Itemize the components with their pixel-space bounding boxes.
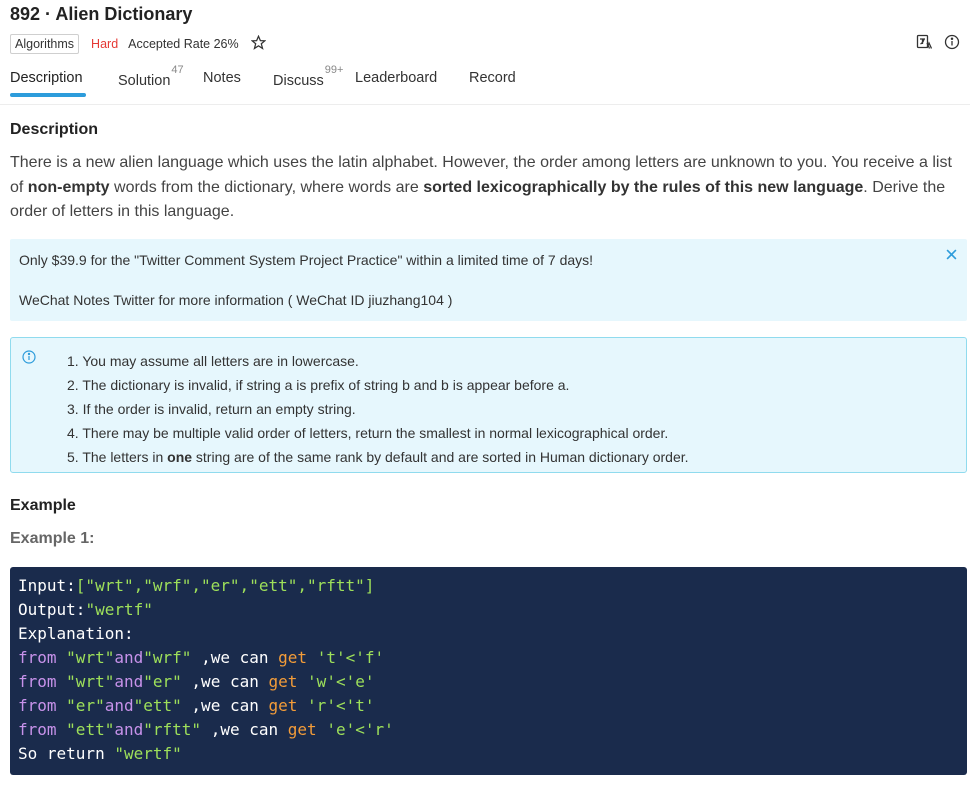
code-explanation-line: Explanation:	[18, 624, 134, 643]
tab-solution[interactable]: Solution47	[118, 64, 184, 89]
tab-discuss[interactable]: Discuss99+	[273, 64, 343, 89]
difficulty-badge: Hard	[91, 37, 119, 51]
example-heading: Example	[10, 497, 76, 514]
notes-box: 1. You may assume all letters are in low…	[10, 337, 967, 473]
code-explanation-row: from "er"and"ett" ,we can get 'r'<'t'	[18, 696, 375, 715]
problem-title: 892 · Alien Dictionary	[10, 4, 193, 24]
list-item: 3. If the order is invalid, return an em…	[67, 401, 356, 417]
tab-record[interactable]: Record	[469, 70, 516, 86]
list-item: 5. The letters in one string are of the …	[67, 449, 689, 465]
accepted-rate: Accepted Rate 26%	[128, 37, 239, 51]
example-subheading: Example 1:	[10, 530, 95, 547]
info-circle-icon	[22, 350, 36, 367]
description-text: There is a new alien language which uses…	[10, 154, 952, 220]
list-item: 2. The dictionary is invalid, if string …	[67, 377, 570, 393]
code-explanation-row: from "wrt"and"wrf" ,we can get 't'<'f'	[18, 648, 385, 667]
code-return-line: So return "wertf"	[18, 744, 182, 763]
code-explanation-row: from "wrt"and"er" ,we can get 'w'<'e'	[18, 672, 375, 691]
code-explanation-row: from "ett"and"rftt" ,we can get 'e'<'r'	[18, 720, 394, 739]
translate-icon[interactable]	[916, 34, 933, 50]
tab-notes[interactable]: Notes	[203, 70, 241, 86]
solution-count: 47	[171, 64, 184, 76]
tab-leaderboard[interactable]: Leaderboard	[355, 70, 437, 86]
code-output-line: Output:"wertf"	[18, 600, 153, 619]
top-icons	[916, 34, 960, 50]
discuss-count: 99+	[324, 64, 344, 76]
list-item: 1. You may assume all letters are in low…	[67, 353, 359, 369]
description-heading: Description	[10, 121, 99, 138]
tabs-divider	[0, 104, 970, 105]
tab-description[interactable]: Description	[10, 70, 83, 86]
code-input-line: Input:["wrt","wrf","er","ett","rftt"]	[18, 576, 375, 595]
close-icon[interactable]	[946, 247, 957, 263]
star-icon[interactable]	[250, 34, 267, 54]
promo-line-2: WeChat Notes Twitter for more informatio…	[19, 292, 453, 308]
example-code-block: Input:["wrt","wrf","er","ett","rftt"] Ou…	[10, 567, 967, 775]
info-icon[interactable]	[944, 34, 960, 50]
list-item: 4. There may be multiple valid order of …	[67, 425, 669, 441]
problem-meta: Algorithms Hard Accepted Rate 26%	[10, 34, 267, 54]
notes-list: 1. You may assume all letters are in low…	[67, 349, 689, 469]
promo-line-1: Only $39.9 for the "Twitter Comment Syst…	[19, 252, 594, 268]
active-tab-indicator	[10, 93, 86, 97]
promo-banner: Only $39.9 for the "Twitter Comment Syst…	[10, 239, 967, 321]
category-tag[interactable]: Algorithms	[10, 34, 80, 54]
